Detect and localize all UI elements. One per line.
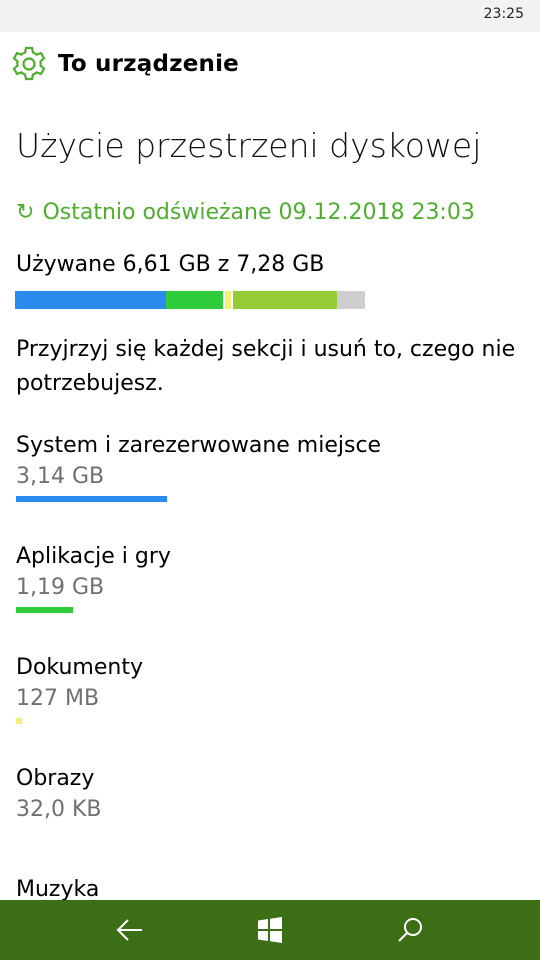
arrow-left-icon[interactable] (110, 910, 150, 950)
category-size: 127 MB (16, 686, 100, 711)
used-space-text: Używane 6,61 GB z 7,28 GB (16, 252, 325, 277)
hint-text: Przyjrzyj się każdej sekcji i usuń to, c… (16, 337, 516, 396)
category-bar (16, 607, 73, 613)
category-bar (16, 718, 22, 724)
refresh-icon: ↻ (16, 200, 35, 225)
category-pictures[interactable]: Obrazy 32,0 KB (16, 763, 516, 825)
status-time: 23:25 (483, 6, 524, 22)
category-name: Obrazy (16, 766, 95, 791)
category-bar (16, 496, 167, 502)
category-name: System i zarezerwowane miejsce (16, 433, 382, 458)
category-size: 3,14 GB (16, 464, 105, 489)
usage-segment (166, 291, 223, 309)
category-system[interactable]: System i zarezerwowane miejsce 3,14 GB (16, 430, 516, 502)
header-title: To urządzenie (58, 51, 239, 77)
category-documents[interactable]: Dokumenty 127 MB (16, 652, 516, 724)
gear-icon (10, 45, 48, 83)
usage-segment (15, 291, 166, 309)
refresh-link[interactable]: ↻ Ostatnio odświeżane 09.12.2018 23:03 (16, 200, 475, 225)
category-name: Dokumenty (16, 655, 143, 680)
category-name: Aplikacje i gry (16, 544, 171, 569)
status-bar: 23:25 (0, 0, 540, 32)
category-apps[interactable]: Aplikacje i gry 1,19 GB (16, 541, 516, 613)
page-title: Użycie przestrzeni dyskowej (16, 126, 482, 165)
usage-segment (223, 291, 233, 309)
navigation-bar (0, 900, 540, 960)
category-size: 32,0 KB (16, 797, 102, 822)
refresh-text: Ostatnio odświeżane 09.12.2018 23:03 (42, 200, 475, 225)
usage-bar (15, 291, 365, 309)
search-icon[interactable] (390, 910, 430, 950)
category-size: 1,19 GB (16, 575, 105, 600)
page-header: To urządzenie (10, 42, 239, 86)
usage-segment (233, 291, 337, 309)
windows-logo-icon[interactable] (250, 910, 290, 950)
